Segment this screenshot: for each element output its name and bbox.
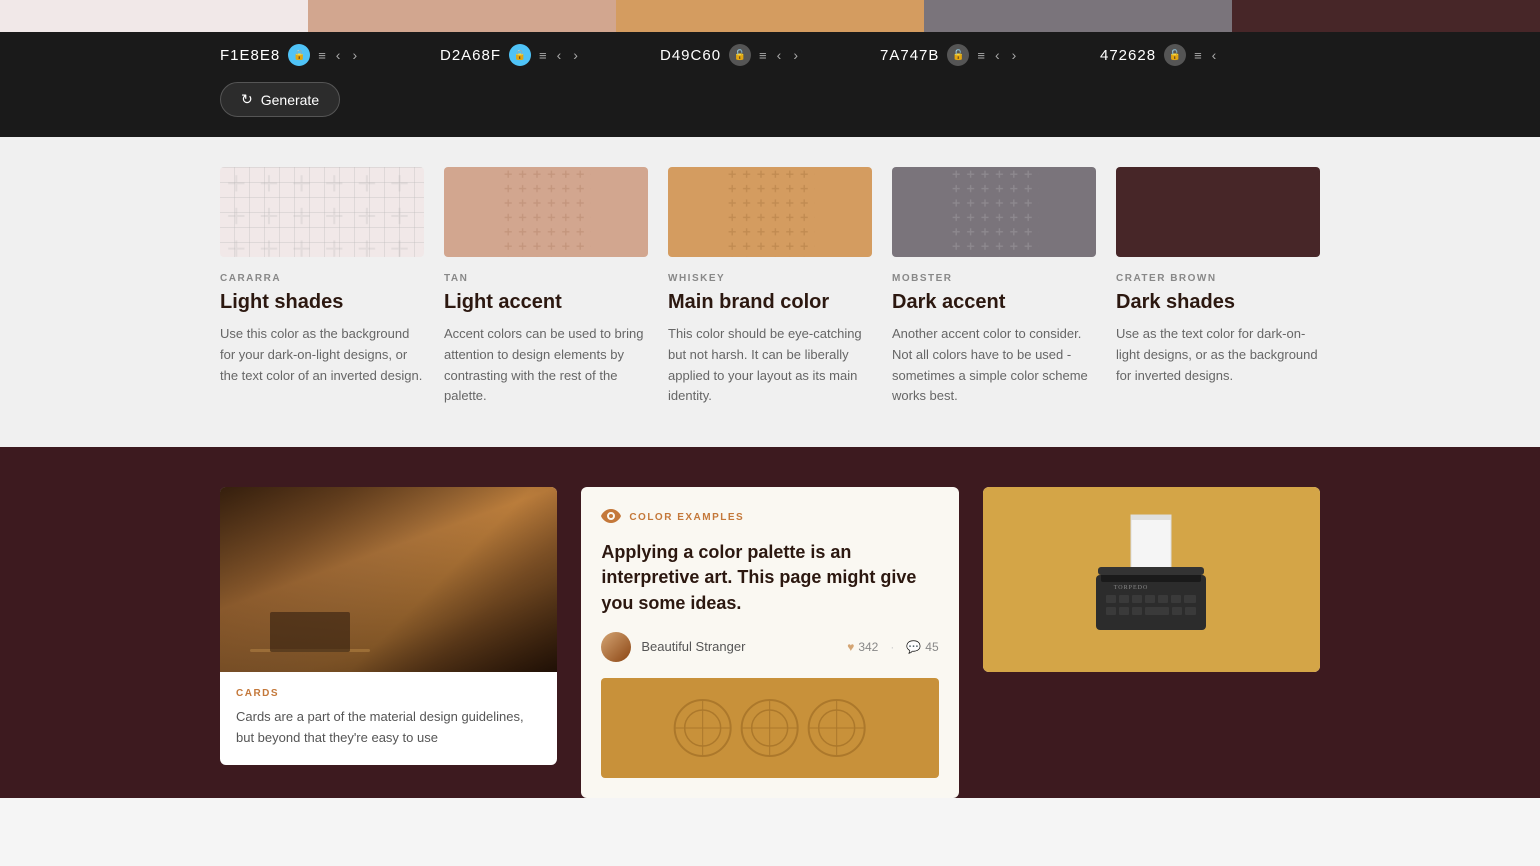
comments-stat: 💬 45 <box>906 640 938 654</box>
typewriter-image: TORPEDO <box>983 487 1320 672</box>
palette-label-1: CARARRA <box>220 273 424 284</box>
swatch-2 <box>308 0 616 32</box>
author-name: Beautiful Stranger <box>641 639 837 654</box>
color-control-4: 7A747B 🔓 ≡ ‹ › <box>880 44 1100 66</box>
palette-grid: CARARRA Light shades Use this color as t… <box>220 167 1320 407</box>
controls-row: F1E8E8 🔒 ≡ ‹ › D2A68F 🔒 ≡ ‹ › D49C60 🔓 ≡… <box>0 32 1540 78</box>
color-control-5: 472628 🔓 ≡ ‹ <box>1100 44 1320 66</box>
refresh-icon: ↻ <box>241 91 253 108</box>
color-examples-title: Applying a color palette is an interpret… <box>601 540 938 616</box>
palette-card-3: WHISKEY Main brand color This color shou… <box>668 167 872 407</box>
hex-1: F1E8E8 <box>220 47 280 64</box>
comments-count: 45 <box>925 640 938 654</box>
card-body-1: CARDS Cards are a part of the material d… <box>220 672 557 765</box>
color-examples-footer: Beautiful Stranger ♥ 342 · 💬 45 <box>601 632 938 662</box>
color-control-1: F1E8E8 🔒 ≡ ‹ › <box>220 44 440 66</box>
swatch-1 <box>0 0 308 32</box>
palette-desc-2: Accent colors can be used to bring atten… <box>444 324 648 407</box>
lock-btn-2[interactable]: 🔒 <box>509 44 531 66</box>
arrow-right-4[interactable]: › <box>1012 47 1017 63</box>
color-examples-card[interactable]: COLOR EXAMPLES Applying a color palette … <box>581 487 958 798</box>
palette-section: CARARRA Light shades Use this color as t… <box>0 137 1540 447</box>
color-control-2: D2A68F 🔒 ≡ ‹ › <box>440 44 660 66</box>
palette-title-1: Light shades <box>220 290 424 314</box>
palette-title-2: Light accent <box>444 290 648 314</box>
arrow-right-2[interactable]: › <box>573 47 578 63</box>
hex-2: D2A68F <box>440 47 501 64</box>
color-examples-header: COLOR EXAMPLES <box>601 507 938 528</box>
palette-label-5: CRATER BROWN <box>1116 273 1320 284</box>
palette-label-2: TAN <box>444 273 648 284</box>
bottom-section: CARDS Cards are a part of the material d… <box>0 447 1540 798</box>
color-examples-tag: COLOR EXAMPLES <box>629 512 744 523</box>
palette-card-5: CRATER BROWN Dark shades Use as the text… <box>1116 167 1320 407</box>
sliders-icon-1[interactable]: ≡ <box>318 48 326 63</box>
author-avatar <box>601 632 631 662</box>
swatch-5 <box>1232 0 1540 32</box>
sliders-icon-2[interactable]: ≡ <box>539 48 547 63</box>
palette-swatch-4 <box>892 167 1096 257</box>
svg-text:TORPEDO: TORPEDO <box>1114 585 1149 591</box>
cards-category-label: CARDS <box>236 688 541 699</box>
palette-swatch-2 <box>444 167 648 257</box>
hex-5: 472628 <box>1100 47 1156 64</box>
lock-btn-1[interactable]: 🔒 <box>288 44 310 66</box>
palette-label-3: WHISKEY <box>668 273 872 284</box>
arrow-left-2[interactable]: ‹ <box>557 47 562 63</box>
palette-desc-5: Use as the text color for dark-on-light … <box>1116 324 1320 386</box>
lock-btn-4[interactable]: 🔓 <box>947 44 969 66</box>
cards-row: CARDS Cards are a part of the material d… <box>220 487 1320 798</box>
sliders-icon-5[interactable]: ≡ <box>1194 48 1202 63</box>
swatch-3 <box>616 0 924 32</box>
palette-card-1: CARARRA Light shades Use this color as t… <box>220 167 424 407</box>
sliders-icon-4[interactable]: ≡ <box>977 48 985 63</box>
top-section: F1E8E8 🔒 ≡ ‹ › D2A68F 🔒 ≡ ‹ › D49C60 🔓 ≡… <box>0 0 1540 137</box>
photo-card[interactable]: CARDS Cards are a part of the material d… <box>220 487 557 765</box>
color-control-3: D49C60 🔓 ≡ ‹ › <box>660 44 880 66</box>
arrow-left-5[interactable]: ‹ <box>1212 47 1217 63</box>
typewriter-card[interactable]: TORPEDO <box>983 487 1320 672</box>
likes-count: 342 <box>858 640 878 654</box>
palette-title-3: Main brand color <box>668 290 872 314</box>
stats-row: ♥ 342 · 💬 45 <box>847 640 938 654</box>
lock-btn-5[interactable]: 🔓 <box>1164 44 1186 66</box>
color-swatches-row <box>0 0 1540 32</box>
arrow-left-4[interactable]: ‹ <box>995 47 1000 63</box>
palette-swatch-3 <box>668 167 872 257</box>
palette-desc-4: Another accent color to consider. Not al… <box>892 324 1096 407</box>
arrow-left-1[interactable]: ‹ <box>336 47 341 63</box>
swatch-4 <box>924 0 1232 32</box>
generate-button[interactable]: ↻ Generate <box>220 82 340 117</box>
palette-card-4: MOBSTER Dark accent Another accent color… <box>892 167 1096 407</box>
sliders-icon-3[interactable]: ≡ <box>759 48 767 63</box>
hex-3: D49C60 <box>660 47 721 64</box>
lock-btn-3[interactable]: 🔓 <box>729 44 751 66</box>
likes-stat: ♥ 342 <box>847 640 878 654</box>
heart-icon: ♥ <box>847 640 854 654</box>
palette-title-4: Dark accent <box>892 290 1096 314</box>
generate-label: Generate <box>261 92 319 108</box>
palette-desc-1: Use this color as the background for you… <box>220 324 424 386</box>
comment-icon: 💬 <box>906 640 921 654</box>
arrow-right-1[interactable]: › <box>352 47 357 63</box>
palette-swatch-5 <box>1116 167 1320 257</box>
cards-desc-text: Cards are a part of the material design … <box>236 707 541 749</box>
palette-swatch-1 <box>220 167 424 257</box>
palette-card-2: TAN Light accent Accent colors can be us… <box>444 167 648 407</box>
palette-label-4: MOBSTER <box>892 273 1096 284</box>
eye-icon <box>601 507 621 528</box>
arrow-left-3[interactable]: ‹ <box>777 47 782 63</box>
arrow-right-3[interactable]: › <box>793 47 798 63</box>
hex-4: 7A747B <box>880 47 939 64</box>
palette-desc-3: This color should be eye-catching but no… <box>668 324 872 407</box>
palette-title-5: Dark shades <box>1116 290 1320 314</box>
